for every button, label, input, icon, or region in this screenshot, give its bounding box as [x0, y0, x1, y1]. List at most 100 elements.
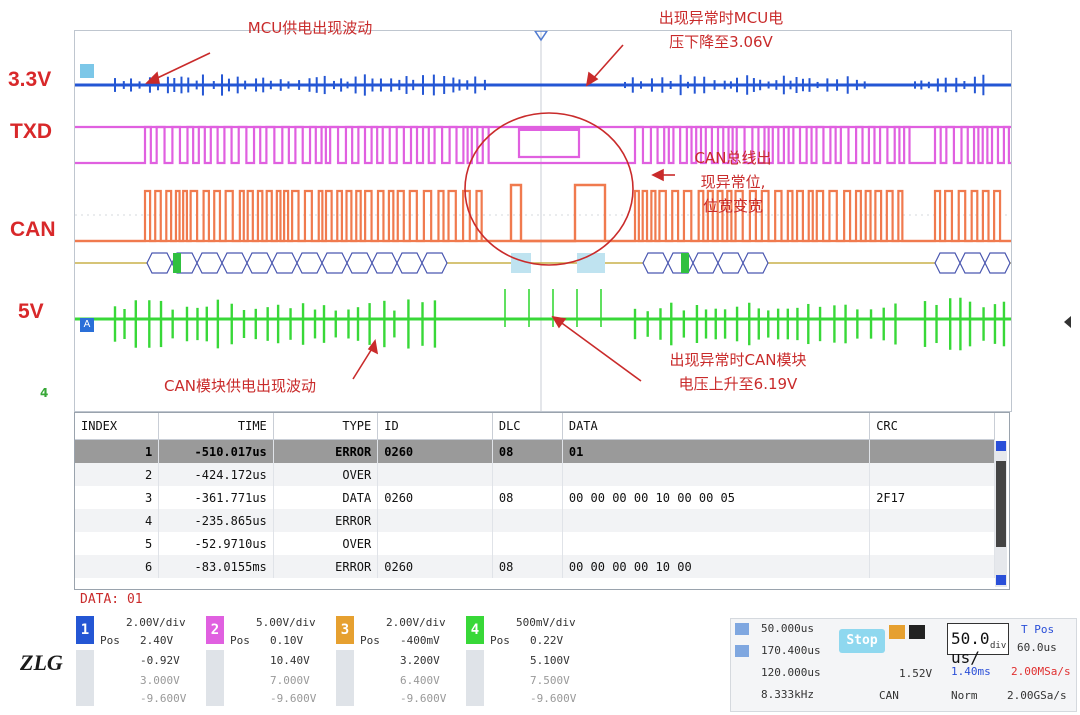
ch3-pulses: [75, 189, 1011, 243]
channel-number[interactable]: 4: [466, 616, 484, 644]
cell-time: -83.0155ms: [158, 555, 274, 578]
bus-frame-segment: [246, 252, 273, 274]
acquisition-mode: Norm: [951, 689, 978, 702]
sample-rate: 2.00MSa/s: [1011, 665, 1071, 678]
cell-crc: [869, 509, 995, 532]
channel-number[interactable]: 2: [206, 616, 224, 644]
channel-value-3: -9.600V: [140, 692, 187, 705]
cell-id: 0260: [377, 486, 493, 509]
bus-frame-segment: [396, 252, 423, 274]
col-index[interactable]: INDEX: [75, 413, 160, 440]
bus-frame-segment: [421, 252, 448, 274]
ch1-marker[interactable]: [80, 64, 94, 78]
ch3-trace: [75, 183, 1011, 243]
cell-id: 0260: [377, 555, 493, 578]
scroll-up-button[interactable]: [996, 441, 1006, 451]
ch2-trace: [75, 125, 1014, 165]
annotation-can-bus-line1: CAN总线出: [694, 149, 772, 167]
cell-crc: [869, 532, 995, 555]
arrow-can-power: [352, 346, 374, 380]
channel-scale: 5.00V/div: [256, 616, 316, 629]
cell-id: 0260: [377, 439, 493, 463]
cell-data: [562, 532, 871, 555]
bus-error-marker: [577, 253, 605, 273]
channel-value-2: 7.000V: [270, 674, 310, 687]
table-row[interactable]: 3 -361.771us DATA 0260 08 00 00 00 00 10 00 0…: [75, 486, 995, 509]
channel-value-3: -9.600V: [400, 692, 447, 705]
cell-dlc: 08: [492, 555, 563, 578]
timebase-box[interactable]: 50.0 us/ div: [947, 623, 1009, 667]
cell-crc: 2F17: [869, 486, 995, 509]
cell-time: -52.9710us: [158, 532, 274, 555]
annotation-mcu-power: MCU供电出现波动: [247, 19, 373, 37]
table-row[interactable]: 5 -52.9710us OVER: [75, 532, 995, 555]
cell-crc: [869, 555, 995, 578]
channel-scale: 2.00V/div: [126, 616, 186, 629]
decode-table: INDEX TIME TYPE ID DLC DATA CRC 1 -510.01…: [75, 413, 995, 578]
cell-crc: [869, 463, 995, 486]
cell-type: ERROR: [273, 555, 379, 578]
bus-frame-segment: [717, 252, 744, 274]
channel-1-info[interactable]: 1 2.00V/div Pos 2.40V -0.92V 3.000V -9.600V: [74, 614, 200, 710]
table-row[interactable]: 2 -424.172us OVER: [75, 463, 995, 486]
waveform-display: [74, 30, 1014, 412]
cell-id: [377, 463, 493, 486]
cell-type: ERROR: [273, 509, 379, 532]
bus-frame-segment: [146, 252, 173, 274]
cell-crc: [869, 439, 995, 463]
cursor-b-icon: [735, 645, 749, 657]
col-dlc[interactable]: DLC: [492, 413, 563, 440]
channel-2-info[interactable]: 2 5.00V/div Pos 0.10V 10.40V 7.000V -9.600V: [204, 614, 330, 710]
channel-3-info[interactable]: 3 2.00V/div Pos -400mV 3.200V 6.400V -9.600V: [334, 614, 460, 710]
cell-id: [377, 532, 493, 555]
arrowhead: [551, 315, 567, 329]
cell-type: OVER: [273, 463, 379, 486]
bus-frame-segment: [196, 252, 223, 274]
stop-button[interactable]: Stop: [839, 629, 885, 653]
channel-number[interactable]: 3: [336, 616, 354, 644]
cell-index: 1: [75, 439, 160, 463]
channel-value-2: 3.000V: [140, 674, 180, 687]
scroll-down-button[interactable]: [996, 575, 1006, 585]
acquisition-rate: 2.00GSa/s: [1007, 689, 1067, 702]
trigger-edge-icon[interactable]: [889, 625, 905, 639]
decoded-data-label: DATA: 01: [80, 592, 143, 607]
arrowhead: [651, 168, 664, 182]
expand-panel-icon[interactable]: [1064, 316, 1071, 328]
channel-value-3: -9.600V: [530, 692, 577, 705]
bus-frame-segment: [371, 252, 398, 274]
table-row[interactable]: 1 -510.017us ERROR 0260 08 01: [75, 439, 995, 463]
cell-data: 00 00 00 00 10 00 00 05: [562, 486, 871, 509]
trigger-mode-icon[interactable]: [909, 625, 925, 639]
col-crc[interactable]: CRC: [869, 413, 995, 440]
cell-index: 4: [75, 509, 160, 532]
label-3v3: 3.3V: [8, 68, 52, 91]
ch4-trace: [75, 289, 1011, 351]
ch-a-marker[interactable]: A: [80, 318, 94, 332]
channel-pos-label: Pos: [230, 634, 250, 647]
channel-side-strip: [206, 650, 224, 706]
table-row[interactable]: 6 -83.0155ms ERROR 0260 08 00 00 00 00 10 00: [75, 555, 995, 578]
bus-frame-segment: [221, 252, 248, 274]
ch1-trace: [75, 74, 1011, 96]
table-scrollbar[interactable]: [995, 441, 1007, 587]
arrowhead: [145, 71, 160, 84]
table-row[interactable]: 4 -235.865us ERROR: [75, 509, 995, 532]
col-id[interactable]: ID: [377, 413, 493, 440]
scrollbar-thumb[interactable]: [996, 461, 1006, 547]
col-time[interactable]: TIME: [158, 413, 274, 440]
col-data[interactable]: DATA: [562, 413, 871, 440]
cursor-t2: 120.000us: [761, 666, 821, 679]
cell-index: 2: [75, 463, 160, 486]
channel-value-1: 3.200V: [400, 654, 440, 667]
label-5v: 5V: [18, 300, 44, 323]
channel-number[interactable]: 1: [76, 616, 94, 644]
ch3-abnormal-bits: [509, 183, 607, 243]
col-type[interactable]: TYPE: [273, 413, 379, 440]
cell-data: [562, 463, 871, 486]
channel-4-info[interactable]: 4 500mV/div Pos 0.22V 5.100V 7.500V -9.600V: [464, 614, 590, 710]
ch4-ground-marker: 4: [40, 386, 49, 400]
decode-table-panel: INDEX TIME TYPE ID DLC DATA CRC 1 -510.01…: [74, 412, 1010, 590]
cell-time: -424.172us: [158, 463, 274, 486]
table-header-row: INDEX TIME TYPE ID DLC DATA CRC: [75, 413, 995, 440]
